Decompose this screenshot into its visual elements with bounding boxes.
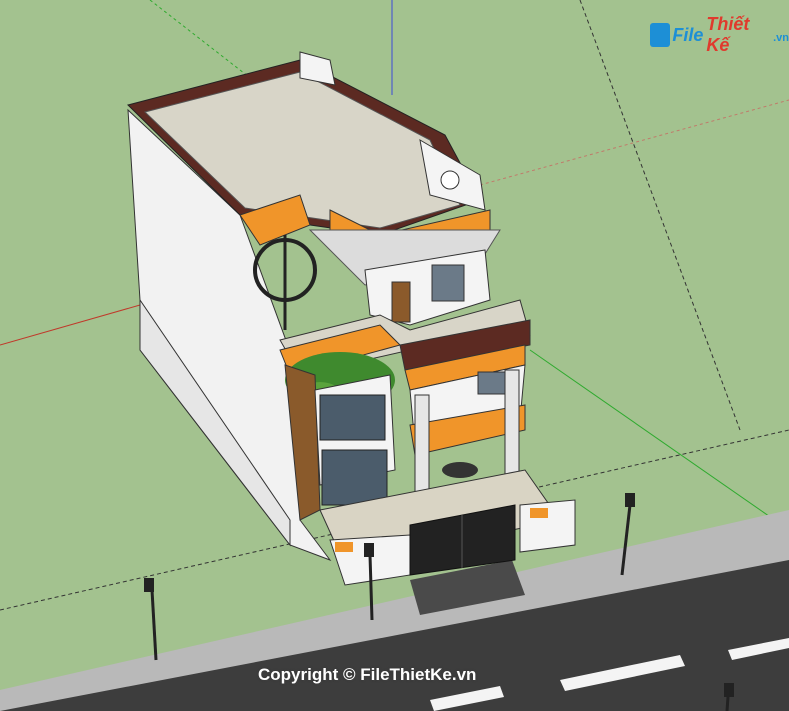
upper-window — [431, 264, 465, 302]
column-left — [414, 394, 430, 506]
fence-cap-1 — [335, 542, 353, 552]
red-axis-dashed — [479, 99, 789, 186]
house-model-render — [0, 0, 789, 711]
street-lamp-1 — [144, 578, 158, 661]
filethietke-logo: File Thiết Kế .vn — [650, 14, 789, 56]
upper-door — [391, 281, 411, 323]
column-right — [504, 369, 520, 481]
fence-right — [519, 499, 576, 553]
scene: File Thiết Kế .vn Copyright © FileThietK… — [0, 0, 789, 711]
logo-thietke: Thiết Kế — [706, 14, 750, 55]
guide-line-2 — [579, 0, 741, 431]
fence-cap-2 — [530, 508, 548, 518]
logo-vn: .vn — [773, 32, 789, 44]
glass-window-1 — [319, 394, 386, 441]
glass-window-2 — [321, 449, 388, 506]
round-window — [440, 170, 460, 190]
logo-file: File — [672, 24, 704, 45]
bay-window — [477, 371, 507, 395]
red-axis — [0, 304, 141, 346]
logo-badge-icon — [650, 23, 671, 47]
patio-table — [442, 462, 478, 478]
copyright-watermark: Copyright © FileThietKe.vn — [258, 665, 477, 684]
